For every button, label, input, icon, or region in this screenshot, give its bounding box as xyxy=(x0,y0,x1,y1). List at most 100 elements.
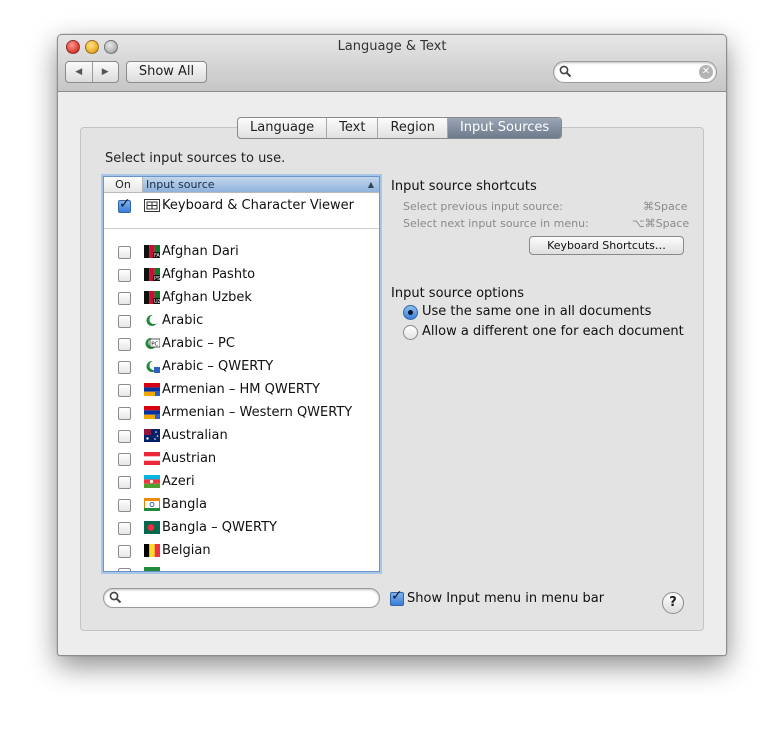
instructions-label: Select input sources to use. xyxy=(105,151,286,166)
checkbox[interactable] xyxy=(118,499,131,512)
checkbox[interactable] xyxy=(118,246,131,259)
tab-text[interactable]: Text xyxy=(327,118,379,138)
afghan-dari-flag-icon: FA xyxy=(144,245,160,258)
search-icon xyxy=(559,65,572,78)
list-item-label: Arabic xyxy=(162,313,204,328)
list-item-label: Afghan Pashto xyxy=(162,267,256,282)
list-item[interactable]: Belgian xyxy=(104,540,379,563)
armenian-flag-icon xyxy=(144,406,160,419)
list-item-label: Belgian xyxy=(162,543,211,558)
same-source-label: Use the same one in all documents xyxy=(422,304,652,319)
checkbox[interactable] xyxy=(118,315,131,328)
checkbox[interactable] xyxy=(118,292,131,305)
tab-language[interactable]: Language xyxy=(238,118,328,138)
per-document-radio[interactable] xyxy=(403,325,418,340)
checkbox[interactable]: ✓ xyxy=(118,196,131,213)
keyboard-viewer-icon xyxy=(144,199,160,212)
column-header-label: Input source xyxy=(146,178,215,191)
list-item[interactable]: Armenian – Western QWERTY xyxy=(104,402,379,425)
window-title: Language & Text xyxy=(337,39,447,54)
arabic-qwerty-icon xyxy=(146,360,160,373)
list-item-label: Armenian – HM QWERTY xyxy=(162,382,320,397)
checkbox[interactable] xyxy=(118,407,131,420)
checkbox[interactable] xyxy=(118,338,131,351)
show-input-menu-checkbox[interactable]: ✓ xyxy=(390,588,404,606)
toolbar-search-field[interactable]: ✕ xyxy=(553,61,717,83)
partial-flag-icon xyxy=(144,567,160,571)
shortcut-next-keys: ⌥⌘Space xyxy=(632,217,690,230)
list-item-label: Armenian – Western QWERTY xyxy=(162,405,353,420)
list-item[interactable]: Arabic xyxy=(104,310,379,333)
shortcuts-heading: Input source shortcuts xyxy=(391,179,537,194)
back-button[interactable]: ◀ xyxy=(66,62,93,82)
options-heading: Input source options xyxy=(391,286,524,301)
list-item-label: Bangla xyxy=(162,497,207,512)
list-item[interactable]: Azeri xyxy=(104,471,379,494)
svg-text:PC: PC xyxy=(151,341,158,347)
checkbox[interactable] xyxy=(118,522,131,535)
checkbox[interactable] xyxy=(118,269,131,282)
search-icon xyxy=(109,591,122,604)
column-header-on[interactable]: On xyxy=(104,177,143,192)
list-item-label: Austrian xyxy=(162,451,217,466)
list-item[interactable]: Austrian xyxy=(104,448,379,471)
bangla-icon xyxy=(144,498,160,511)
list-divider xyxy=(104,228,379,229)
input-source-filter-field[interactable] xyxy=(103,588,380,608)
checkbox[interactable] xyxy=(118,430,131,443)
list-item-label: Australian xyxy=(162,428,228,443)
keyboard-shortcuts-button[interactable]: Keyboard Shortcuts… xyxy=(529,236,684,255)
list-item-label: Arabic – PC xyxy=(162,336,235,351)
list-item[interactable]: Armenian – HM QWERTY xyxy=(104,379,379,402)
list-item[interactable]: PS Afghan Pashto xyxy=(104,264,379,287)
show-all-button[interactable]: Show All xyxy=(126,61,207,83)
svg-text:PS: PS xyxy=(154,276,160,281)
list-item[interactable]: PC Arabic – PC xyxy=(104,333,379,356)
azeri-flag-icon xyxy=(144,475,160,488)
arabic-pc-icon: PC xyxy=(145,337,160,349)
tab-bar: Language Text Region Input Sources xyxy=(237,117,563,139)
title-bar: Language & Text ◀ ▶ Show All ✕ xyxy=(58,35,726,92)
list-item[interactable]: UZ Afghan Uzbek xyxy=(104,287,379,310)
tab-region[interactable]: Region xyxy=(378,118,448,138)
list-item-label: Bangla – QWERTY xyxy=(162,520,277,535)
list-item-label: Keyboard & Character Viewer xyxy=(162,198,355,213)
shortcut-previous-label: Select previous input source: xyxy=(403,200,563,213)
list-item[interactable]: FA Afghan Dari xyxy=(104,241,379,264)
input-sources-list[interactable]: On Input source ▲ ✓ Keyboard & Character… xyxy=(103,176,380,572)
list-item-label: Arabic – QWERTY xyxy=(162,359,274,374)
list-item[interactable]: Bangla – QWERTY xyxy=(104,517,379,540)
help-button[interactable]: ? xyxy=(662,592,684,614)
checkbox[interactable] xyxy=(118,568,131,571)
list-item[interactable]: Arabic – QWERTY xyxy=(104,356,379,379)
forward-button[interactable]: ▶ xyxy=(93,62,119,82)
list-item[interactable]: Bangla xyxy=(104,494,379,517)
per-document-label: Allow a different one for each document xyxy=(422,324,684,339)
afghan-pashto-flag-icon: PS xyxy=(144,268,160,281)
list-item[interactable]: ✓ Keyboard & Character Viewer xyxy=(104,195,379,218)
svg-text:FA: FA xyxy=(154,253,160,258)
back-forward-control: ◀ ▶ xyxy=(65,61,119,83)
checkbox[interactable] xyxy=(118,476,131,489)
list-item-label: Azeri xyxy=(162,474,195,489)
afghan-uzbek-flag-icon: UZ xyxy=(144,291,160,304)
arabic-crescent-icon xyxy=(146,314,159,326)
australian-flag-icon xyxy=(144,429,160,442)
austrian-flag-icon xyxy=(144,452,160,465)
list-item-partial[interactable] xyxy=(104,563,379,571)
shortcut-next-label: Select next input source in menu: xyxy=(403,217,589,230)
sort-ascending-icon: ▲ xyxy=(367,180,374,189)
checkbox[interactable] xyxy=(118,361,131,374)
armenian-flag-icon xyxy=(144,383,160,396)
shortcut-previous-keys: ⌘Space xyxy=(643,200,688,213)
checkbox[interactable] xyxy=(118,384,131,397)
column-header-input-source[interactable]: Input source ▲ xyxy=(143,177,379,192)
same-source-radio[interactable] xyxy=(403,305,418,320)
clear-search-icon[interactable]: ✕ xyxy=(699,65,713,79)
list-item[interactable]: Australian xyxy=(104,425,379,448)
checkbox[interactable] xyxy=(118,545,131,558)
tab-input-sources[interactable]: Input Sources xyxy=(447,118,562,138)
show-input-menu-label: Show Input menu in menu bar xyxy=(407,591,605,606)
list-item-label: Afghan Uzbek xyxy=(162,290,252,305)
checkbox[interactable] xyxy=(118,453,131,466)
